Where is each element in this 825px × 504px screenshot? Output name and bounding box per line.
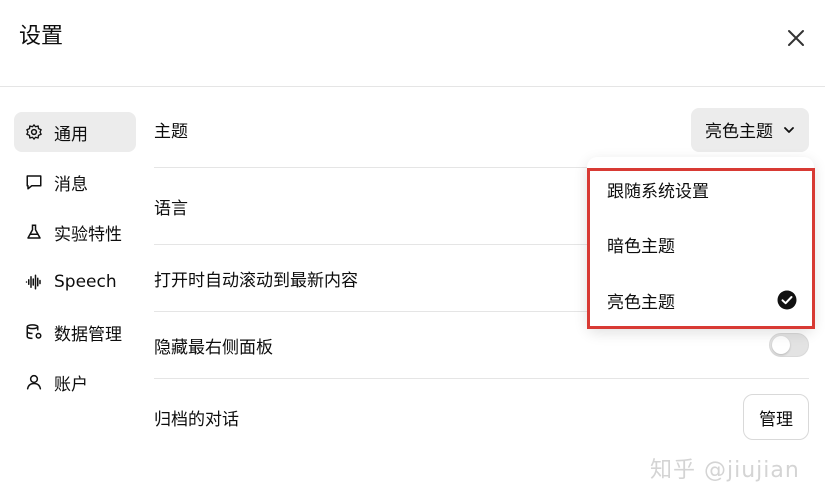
theme-select[interactable]: 亮色主题 bbox=[691, 107, 809, 152]
chat-bubble-icon bbox=[24, 172, 44, 192]
hide-panel-label: 隐藏最右侧面板 bbox=[154, 337, 273, 358]
flask-icon bbox=[24, 222, 44, 242]
row-archived: 归档的对话 管理 bbox=[154, 379, 809, 455]
settings-dialog: 设置 通用 消息 实验特性 Speech 数据管理 账户 主题 亮色主题 语言 … bbox=[0, 0, 825, 504]
option-label: 亮色主题 bbox=[607, 292, 675, 313]
sidebar-item-label: Speech bbox=[54, 272, 117, 292]
autoscroll-label: 打开时自动滚动到最新内容 bbox=[154, 270, 358, 291]
chevron-down-icon bbox=[783, 124, 795, 136]
sidebar-item-messages[interactable]: 消息 bbox=[14, 162, 136, 202]
waveform-icon bbox=[24, 272, 44, 292]
toggle-knob bbox=[772, 336, 790, 354]
database-gear-icon bbox=[24, 322, 44, 342]
sidebar-item-label: 数据管理 bbox=[54, 324, 122, 345]
watermark: 知乎 @jiujian bbox=[650, 458, 800, 483]
dialog-header: 设置 bbox=[0, 0, 825, 87]
gear-icon bbox=[24, 122, 44, 142]
sidebar-item-label: 实验特性 bbox=[54, 224, 122, 245]
settings-sidebar: 通用 消息 实验特性 Speech 数据管理 账户 bbox=[14, 112, 136, 412]
sidebar-item-experimental[interactable]: 实验特性 bbox=[14, 212, 136, 252]
option-label: 跟随系统设置 bbox=[607, 181, 709, 202]
hide-panel-toggle[interactable] bbox=[769, 333, 809, 357]
theme-label: 主题 bbox=[154, 122, 188, 142]
sidebar-item-label: 通用 bbox=[54, 124, 88, 145]
close-button[interactable] bbox=[780, 22, 812, 54]
theme-option-light[interactable]: 亮色主题 bbox=[607, 280, 797, 320]
check-circle-icon bbox=[777, 290, 797, 310]
dialog-title: 设置 bbox=[19, 24, 64, 49]
sidebar-item-general[interactable]: 通用 bbox=[14, 112, 136, 152]
sidebar-item-label: 消息 bbox=[54, 174, 88, 195]
language-label: 语言 bbox=[154, 198, 188, 219]
archived-label: 归档的对话 bbox=[154, 409, 239, 430]
sidebar-item-data-controls[interactable]: 数据管理 bbox=[14, 312, 136, 352]
close-icon bbox=[788, 30, 804, 46]
theme-dropdown-menu: 跟随系统设置 暗色主题 亮色主题 bbox=[587, 157, 814, 329]
theme-option-system[interactable]: 跟随系统设置 bbox=[607, 169, 797, 209]
sidebar-item-account[interactable]: 账户 bbox=[14, 362, 136, 402]
option-label: 暗色主题 bbox=[607, 236, 675, 257]
sidebar-item-label: 账户 bbox=[54, 374, 88, 395]
theme-select-value: 亮色主题 bbox=[705, 122, 773, 142]
user-icon bbox=[24, 372, 44, 392]
sidebar-item-speech[interactable]: Speech bbox=[14, 262, 136, 302]
theme-option-dark[interactable]: 暗色主题 bbox=[607, 224, 797, 264]
manage-archived-button[interactable]: 管理 bbox=[743, 394, 809, 440]
